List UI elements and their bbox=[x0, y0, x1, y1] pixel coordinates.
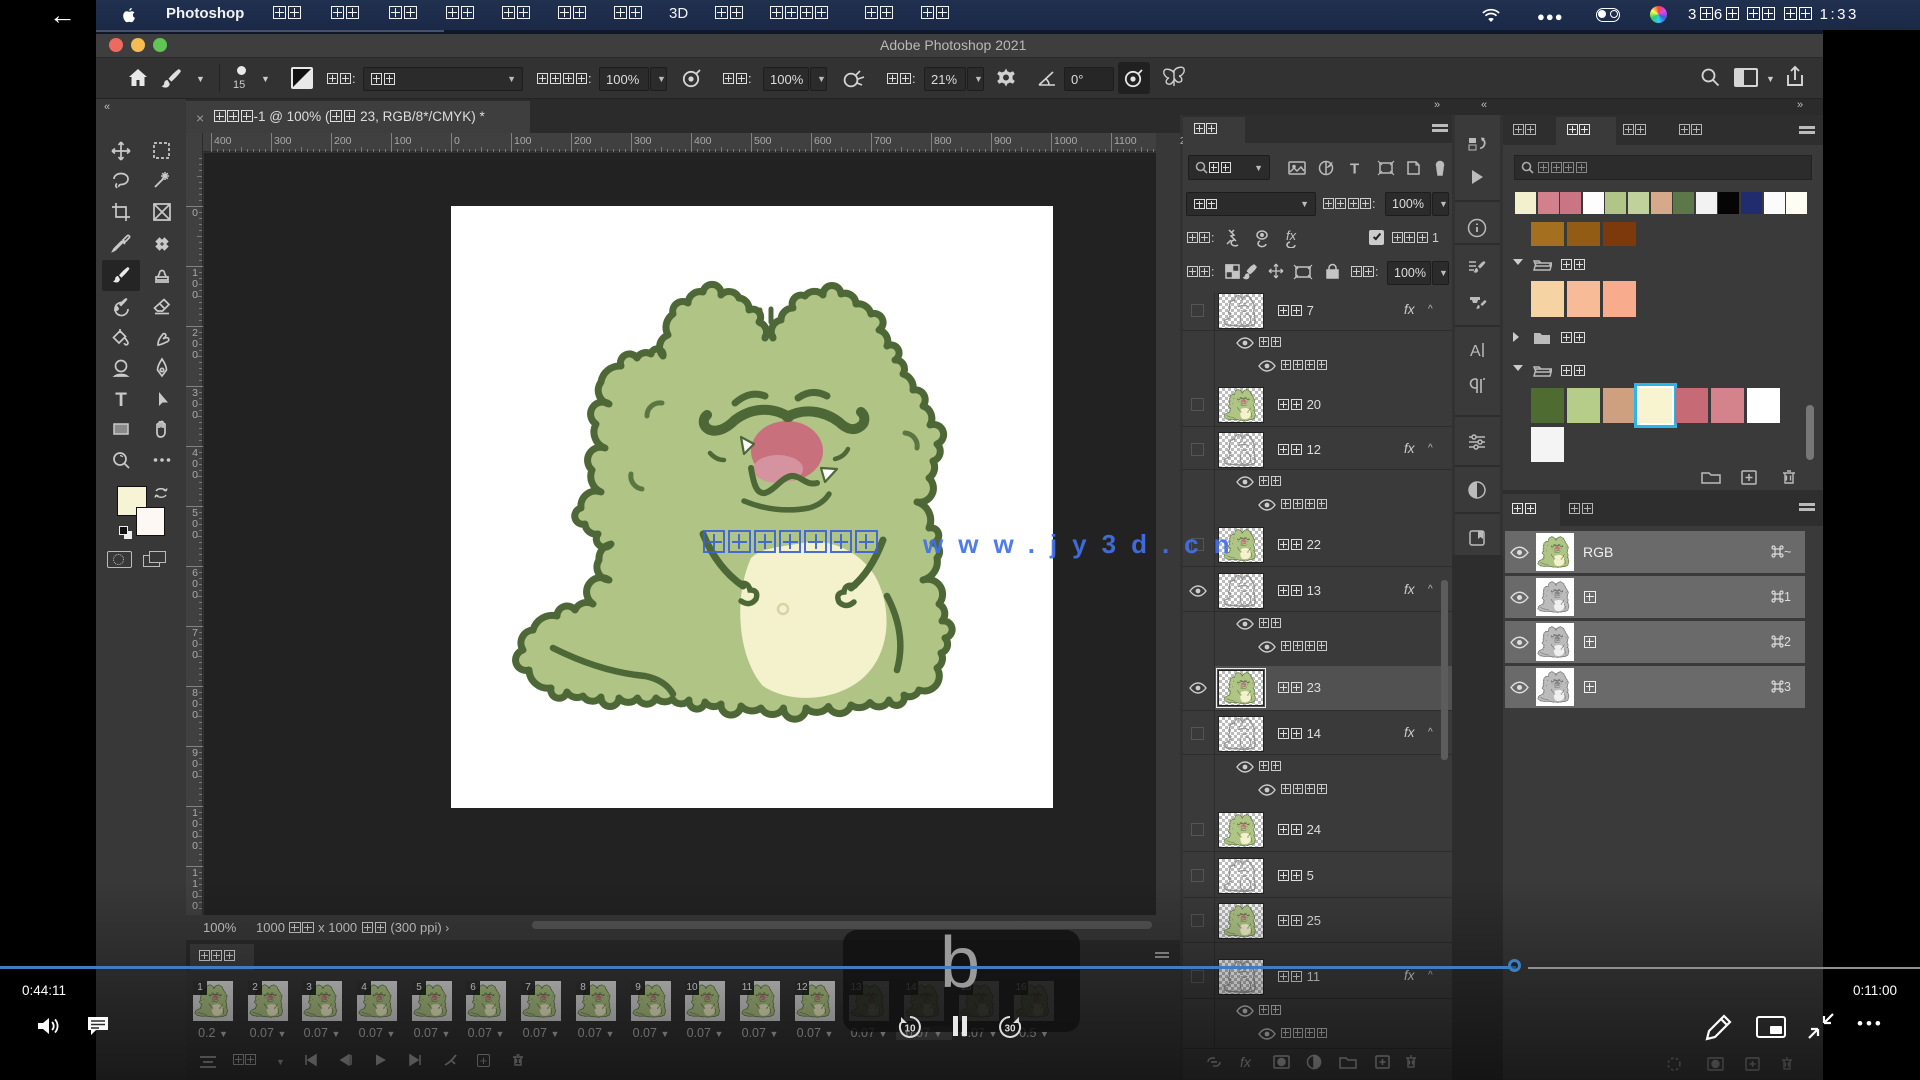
svg-text:A: A bbox=[1470, 343, 1481, 360]
svg-text:fx: fx bbox=[1286, 228, 1297, 243]
svg-text:10: 10 bbox=[904, 1024, 916, 1035]
svg-text:T: T bbox=[115, 390, 127, 411]
svg-text:30: 30 bbox=[1004, 1024, 1016, 1035]
svg-text:T: T bbox=[1350, 161, 1359, 177]
